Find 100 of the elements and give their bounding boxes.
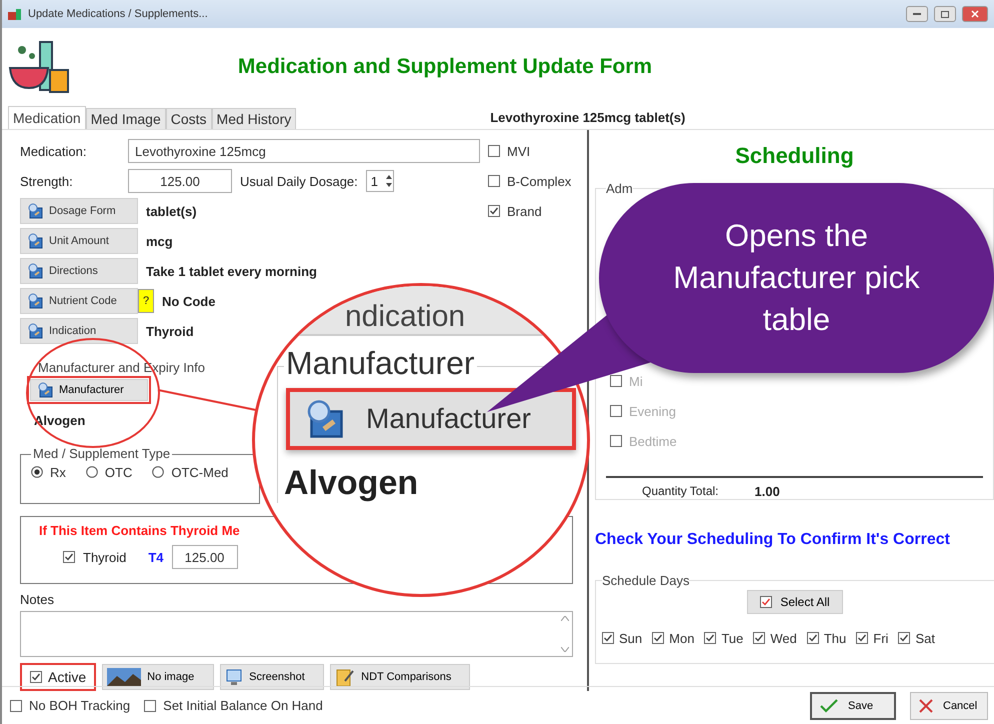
manufacturer-button[interactable]: Manufacturer <box>30 379 148 401</box>
checkbox[interactable] <box>63 551 75 563</box>
dosage-spinner[interactable]: 1 <box>366 170 394 192</box>
tab[interactable]: Med Image <box>86 108 166 129</box>
group-legend: Schedule Days <box>602 573 690 588</box>
checkbox-label: Wed <box>770 630 797 646</box>
radio-button[interactable] <box>152 466 164 478</box>
quantity-label: Quantity Total: <box>642 484 718 499</box>
checkbox-label: Sat <box>915 630 935 646</box>
field-label: Medication: <box>20 144 88 158</box>
lookup-icon <box>37 382 53 398</box>
checkmark-icon <box>820 698 838 712</box>
lookup-icon <box>27 293 43 309</box>
checkbox[interactable] <box>144 700 156 712</box>
radio-button[interactable] <box>86 466 98 478</box>
checkbox-label: Brand <box>507 204 542 218</box>
app-icon <box>8 8 22 20</box>
lookup-value: Thyroid <box>146 324 194 338</box>
window-title: Update Medications / Supplements... <box>28 8 209 20</box>
lookup-button[interactable]: Indication <box>20 318 138 344</box>
action-button[interactable]: NDT Comparisons <box>330 664 470 690</box>
checkbox[interactable] <box>488 205 500 217</box>
notes-label: Notes <box>20 592 54 607</box>
help-button[interactable]: ? <box>138 289 154 313</box>
select-all-button[interactable]: Select All <box>747 590 843 614</box>
checkbox[interactable] <box>898 632 910 644</box>
checkbox[interactable] <box>760 596 772 608</box>
zoomed-manufacturer-value: Alvogen <box>284 464 420 503</box>
maximize-button[interactable] <box>934 6 956 22</box>
form-title: Medication and Supplement Update Form <box>236 54 654 78</box>
lookup-button[interactable]: Nutrient Code <box>20 288 138 314</box>
tab[interactable]: Med History <box>212 108 296 129</box>
landscape-icon <box>107 668 142 686</box>
radio-label: OTC <box>104 464 132 480</box>
medication-summary: Levothyroxine 125mcg tablet(s) <box>490 110 686 124</box>
scheduling-notice: Check Your Scheduling To Confirm It's Correct <box>595 530 951 550</box>
checkbox-label: Active <box>48 669 86 685</box>
tab[interactable]: Medication <box>8 106 86 129</box>
checkbox[interactable] <box>488 175 500 187</box>
tab[interactable]: Costs <box>166 108 212 129</box>
checkbox-label: Tue <box>721 630 744 646</box>
checkbox[interactable] <box>30 671 42 683</box>
section-title: Scheduling <box>734 142 855 170</box>
screen-icon <box>225 668 244 686</box>
lookup-icon <box>27 263 43 279</box>
checkbox-label: Sun <box>619 630 642 646</box>
callout-text: Opens the Manufacturer pick table <box>672 217 921 339</box>
close-icon <box>919 698 933 712</box>
lookup-button[interactable]: Directions <box>20 258 138 284</box>
zoomed-manufacturer-button[interactable]: Manufacturer <box>286 388 576 450</box>
minimize-button[interactable] <box>906 6 928 22</box>
checkbox-label: Bedtime <box>629 434 677 448</box>
checkbox-label: Mon <box>669 630 694 646</box>
lookup-button[interactable]: Unit Amount <box>20 228 138 254</box>
lookup-icon <box>27 233 43 249</box>
checkbox-label: Fri <box>873 630 888 646</box>
lookup-value: No Code <box>162 294 216 308</box>
checkbox-label: Thu <box>824 630 846 646</box>
scroll-up-icon <box>561 616 569 621</box>
checkbox[interactable] <box>602 632 614 644</box>
checkbox[interactable] <box>856 632 868 644</box>
field-label: Strength: <box>20 174 74 188</box>
lookup-icon <box>27 323 43 339</box>
lookup-value: mcg <box>146 234 173 248</box>
checkbox-label: No BOH Tracking <box>29 698 130 713</box>
notes-field[interactable] <box>20 611 573 657</box>
field-label: Usual Daily Dosage: <box>240 174 358 188</box>
thyroid-heading: If This Item Contains Thyroid Me <box>39 523 241 538</box>
action-button[interactable]: No image <box>102 664 214 690</box>
scroll-down-icon <box>561 647 569 652</box>
checkbox[interactable] <box>753 632 766 644</box>
checkbox-label: MVI <box>507 144 530 158</box>
action-button[interactable]: Screenshot <box>220 664 324 690</box>
checkbox-label: Thyroid <box>83 550 126 564</box>
quantity-value: 1.00 <box>754 484 780 499</box>
checkbox[interactable] <box>10 700 22 712</box>
dialog-button[interactable]: Cancel <box>910 692 988 720</box>
radio-label: OTC-Med <box>171 464 228 480</box>
lookup-button[interactable]: Dosage Form <box>20 198 138 224</box>
checkbox[interactable] <box>704 632 716 644</box>
lookup-icon <box>27 203 43 219</box>
lookup-value: tablet(s) <box>146 204 197 218</box>
checkbox[interactable] <box>806 632 819 644</box>
t4-input[interactable]: 125.00 <box>172 545 238 569</box>
dialog-button[interactable]: Save <box>810 692 896 720</box>
lookup-value: Take 1 tablet every morning <box>146 264 317 278</box>
minimize-icon <box>913 13 921 15</box>
radio-label: Rx <box>50 464 66 480</box>
checkbox-label: B-Complex <box>507 174 572 188</box>
t4-label: T4 <box>148 550 164 564</box>
maximize-icon <box>941 10 949 18</box>
group-legend: Med / Supplement Type <box>31 446 172 461</box>
checkbox-label: Mi <box>629 374 643 388</box>
radio-button[interactable] <box>31 466 43 478</box>
strength-input[interactable]: 125.00 <box>128 169 232 193</box>
checkbox[interactable] <box>488 145 500 157</box>
close-button[interactable] <box>962 6 988 22</box>
checkbox[interactable] <box>652 632 664 644</box>
medication-input[interactable]: Levothyroxine 125mcg <box>128 139 480 163</box>
checkbox-label: Evening <box>629 404 676 418</box>
